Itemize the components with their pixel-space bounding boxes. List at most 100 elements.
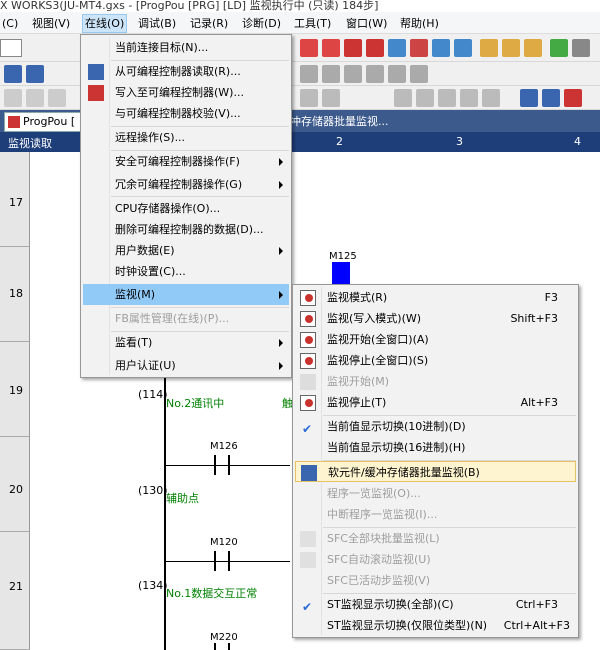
device-label: M120	[210, 537, 238, 548]
menu-item-monitor-stop[interactable]: 监视停止(T) Alt+F3	[295, 392, 576, 413]
device-label: M220	[210, 632, 238, 643]
program-icon	[8, 116, 20, 128]
menu-item-read-plc[interactable]: 从可编程控制器读取(R)...	[83, 61, 289, 82]
buffer-read-icon[interactable]	[524, 39, 542, 57]
monitor-stop-icon[interactable]	[564, 89, 582, 107]
ladder-icon-1[interactable]	[300, 89, 318, 107]
format-icon-2[interactable]	[322, 65, 340, 83]
step-number: (114)	[138, 388, 168, 401]
stop-icon[interactable]	[410, 39, 428, 57]
monitor-start-icon	[300, 374, 316, 390]
menu-help[interactable]: 帮助(H)	[398, 15, 441, 32]
buffer-icon[interactable]	[480, 39, 498, 57]
menu-item-safety-plc[interactable]: 安全可编程控制器操作(F)	[83, 151, 289, 172]
buffer-write-icon[interactable]	[502, 39, 520, 57]
menu-item-sfc-batch-monitor[interactable]: SFC全部块批量监视(L)	[295, 528, 576, 549]
contact-m120[interactable]	[210, 551, 234, 571]
menu-item-monitor-mode[interactable]: 监视模式(R) F3	[295, 287, 576, 308]
monitor-write-icon[interactable]	[542, 89, 560, 107]
menu-item-monitor-stop-all[interactable]: 监视停止(全窗口)(S)	[295, 350, 576, 371]
dev-read-icon[interactable]	[454, 39, 472, 57]
menu-item-monitor-start-all[interactable]: 监视开始(全窗口)(A)	[295, 329, 576, 350]
menu-bar: (C) 视图(V) 在线(O) 调试(B) 记录(R) 诊断(D) 工具(T) …	[0, 12, 600, 34]
ladder-icon-3[interactable]	[394, 89, 412, 107]
ladder-icon-6[interactable]	[460, 89, 478, 107]
menu-item-display-decimal[interactable]: ✔ 当前值显示切换(10进制)(D)	[295, 416, 576, 437]
sf7-icon[interactable]	[26, 89, 44, 107]
menu-c[interactable]: (C)	[0, 15, 20, 32]
menu-view[interactable]: 视图(V)	[30, 15, 72, 32]
dropdown-combo[interactable]	[0, 39, 22, 57]
read-plc-icon[interactable]	[322, 39, 340, 57]
format-icon-3[interactable]	[344, 65, 362, 83]
menu-item-watch[interactable]: 监看(T)	[83, 332, 289, 353]
device-label: M125	[329, 251, 357, 262]
format-icon-5[interactable]	[388, 65, 406, 83]
ladder-icon-5[interactable]	[438, 89, 456, 107]
sf6-icon[interactable]	[48, 89, 66, 107]
col-header-2: 2	[336, 135, 343, 148]
menu-item-interrupt-list-monitor[interactable]: 中断程序一览监视(I)...	[295, 504, 576, 525]
menu-item-user-auth[interactable]: 用户认证(U)	[83, 355, 289, 376]
contact-m126[interactable]	[210, 455, 234, 475]
row-header: 17	[0, 152, 30, 247]
format-icon-1[interactable]	[300, 65, 318, 83]
submenu-arrow-icon	[279, 362, 283, 370]
submenu-arrow-icon	[279, 247, 283, 255]
menu-item-sfc-auto-scroll[interactable]: SFC自动滚动监视(U)	[295, 549, 576, 570]
menu-item-remote-operation[interactable]: 远程操作(S)...	[83, 127, 289, 148]
menu-window[interactable]: 窗口(W)	[344, 15, 389, 32]
ladder-icon-7[interactable]	[482, 89, 500, 107]
menu-item-redundant-plc[interactable]: 冗余可编程控制器操作(G)	[83, 174, 289, 195]
sfc-batch-icon	[300, 531, 316, 547]
format-icon-4[interactable]	[366, 65, 384, 83]
menu-item-program-list-monitor[interactable]: 程序一览监视(O)...	[295, 483, 576, 504]
device-batch-icon	[301, 465, 317, 481]
ladder-icon-4[interactable]	[416, 89, 434, 107]
menu-diagnostics[interactable]: 诊断(D)	[240, 15, 283, 32]
doc-tab[interactable]: ProgPou [	[4, 112, 82, 132]
monitor-toggle-icon[interactable]	[520, 89, 538, 107]
menu-debug[interactable]: 调试(B)	[136, 15, 178, 32]
menu-item-write-plc[interactable]: 写入至可编程控制器(W)...	[83, 82, 289, 103]
more-icon[interactable]	[572, 39, 590, 57]
menu-item-verify-plc[interactable]: 与可编程控制器校验(V)...	[83, 103, 289, 124]
dev-icon-2[interactable]	[26, 65, 44, 83]
monitor-start-all-icon	[300, 332, 316, 348]
menu-item-display-hex[interactable]: 当前值显示切换(16进制)(H)	[295, 437, 576, 458]
menu-item-monitor-write-mode[interactable]: 监视(写入模式)(W) Shift+F3	[295, 308, 576, 329]
menu-item-user-data[interactable]: 用户数据(E)	[83, 240, 289, 261]
sf8-icon[interactable]	[4, 89, 22, 107]
contact-m220[interactable]	[210, 643, 234, 650]
menu-online[interactable]: 在线(O)	[82, 14, 128, 33]
submenu-arrow-icon	[279, 291, 283, 299]
menu-item-monitor[interactable]: 监视(M)	[83, 284, 289, 305]
menu-item-sfc-active-step[interactable]: SFC已活动步监视(V)	[295, 570, 576, 591]
menu-item-st-display-all[interactable]: ✔ ST监视显示切换(全部)(C) Ctrl+F3	[295, 594, 576, 615]
menu-tools[interactable]: 工具(T)	[292, 15, 333, 32]
write-plc-icon[interactable]	[300, 39, 318, 57]
row-header: 20	[0, 437, 30, 532]
doc-tab-label: ProgPou [	[23, 115, 76, 128]
menu-record[interactable]: 记录(R)	[188, 15, 230, 32]
contact-on-indicator	[332, 262, 350, 284]
monitor-start-icon[interactable]	[366, 39, 384, 57]
menu-item-fb-property[interactable]: FB属性管理(在线)(P)...	[83, 308, 289, 329]
menu-item-device-batch-monitor[interactable]: 软元件/缓冲存储器批量监视(B)	[295, 461, 576, 482]
menu-item-monitor-start[interactable]: 监视开始(M)	[295, 371, 576, 392]
menu-item-cpu-memory[interactable]: CPU存储器操作(O)...	[83, 198, 289, 219]
menu-item-delete-plc-data[interactable]: 删除可编程控制器的数据(D)...	[83, 219, 289, 240]
online-menu: 当前连接目标(N)... 从可编程控制器读取(R)... 写入至可编程控制器(W…	[80, 34, 292, 378]
verify-plc-icon[interactable]	[344, 39, 362, 57]
menu-item-connection-target[interactable]: 当前连接目标(N)...	[83, 37, 289, 58]
run-icon[interactable]	[550, 39, 568, 57]
format-icon-6[interactable]	[410, 65, 428, 83]
menu-item-st-display-bit[interactable]: ST监视显示切换(仅限位类型)(N) Ctrl+Alt+F3	[295, 615, 576, 636]
comment-text: 辅助点	[166, 492, 199, 505]
read-from-plc-icon	[88, 64, 104, 80]
dev-write-icon[interactable]	[432, 39, 450, 57]
menu-item-clock-setting[interactable]: 时钟设置(C)...	[83, 261, 289, 282]
device-icon[interactable]	[388, 39, 406, 57]
dev-icon-1[interactable]	[4, 65, 22, 83]
ladder-icon-2[interactable]	[322, 89, 340, 107]
